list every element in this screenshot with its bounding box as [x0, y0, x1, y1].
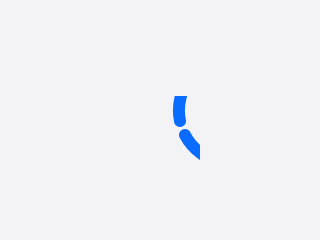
loading-spinner: [80, 96, 200, 216]
loading-spinner-icon: [172, 96, 200, 160]
loading-screen: [0, 0, 280, 230]
